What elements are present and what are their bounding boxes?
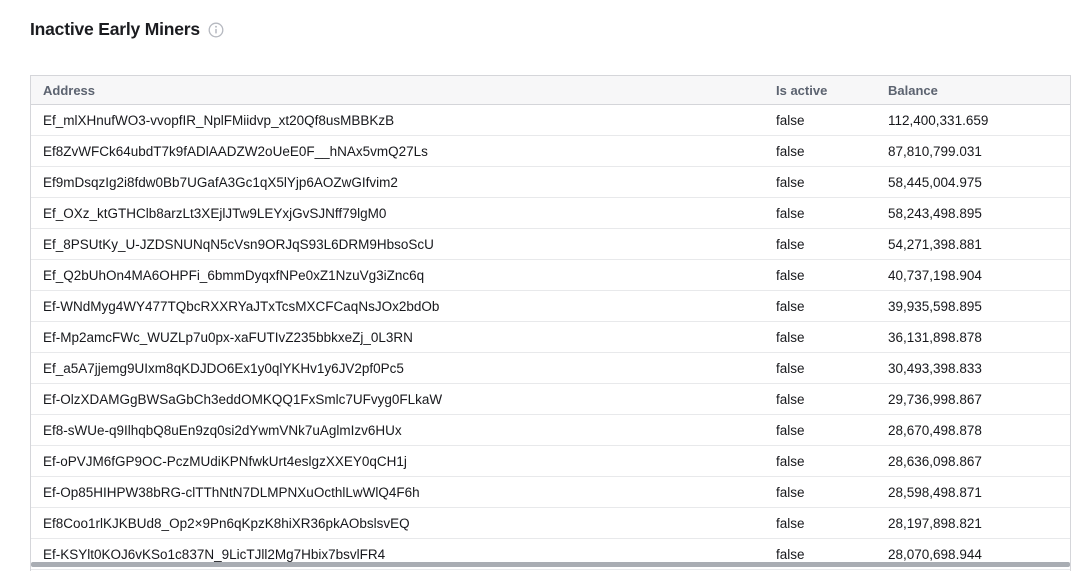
cell-balance: 54,271,398.881: [876, 237, 1070, 252]
cell-is_active: false: [764, 392, 876, 407]
cell-address: Ef-Mp2amcFWc_WUZLp7u0px-xaFUTIvZ235bbkxe…: [31, 330, 764, 345]
cell-balance: 28,598,498.871: [876, 485, 1070, 500]
cell-balance: 87,810,799.031: [876, 144, 1070, 159]
inactive-miners-table: AddressIs activeBalance Ef_mlXHnufWO3-vv…: [30, 75, 1071, 571]
cell-address: Ef-WNdMyg4WY477TQbcRXXRYaJTxTcsMXCFCaqNs…: [31, 299, 764, 314]
table-row: Ef_a5A7jjemg9UIxm8qKDJDO6Ex1y0qlYKHv1y6J…: [31, 353, 1070, 384]
column-header-address: Address: [31, 83, 764, 98]
cell-is_active: false: [764, 206, 876, 221]
table-row: Ef-Op85HIHPW38bRG-clTThNtN7DLMPNXuOcthlL…: [31, 477, 1070, 508]
cell-address: Ef_8PSUtKy_U-JZDSNUNqN5cVsn9ORJqS93L6DRM…: [31, 237, 764, 252]
cell-is_active: false: [764, 547, 876, 562]
cell-address: Ef_OXz_ktGTHClb8arzLt3XEjlJTw9LEYxjGvSJN…: [31, 206, 764, 221]
cell-balance: 28,670,498.878: [876, 423, 1070, 438]
cell-is_active: false: [764, 454, 876, 469]
cell-is_active: false: [764, 299, 876, 314]
cell-is_active: false: [764, 268, 876, 283]
column-header-is_active: Is active: [764, 83, 876, 98]
horizontal-scrollbar-thumb[interactable]: [31, 562, 1070, 567]
cell-address: Ef8ZvWFCk64ubdT7k9fADlAADZW2oUeE0F__hNAx…: [31, 144, 764, 159]
cell-is_active: false: [764, 485, 876, 500]
table-row: Ef8Coo1rlKJKBUd8_Op2×9Pn6qKpzK8hiXR36pkA…: [31, 508, 1070, 539]
cell-balance: 112,400,331.659: [876, 113, 1070, 128]
cell-address: Ef-OlzXDAMGgBWSaGbCh3eddOMKQQ1FxSmlc7UFv…: [31, 392, 764, 407]
table-row: Ef8ZvWFCk64ubdT7k9fADlAADZW2oUeE0F__hNAx…: [31, 136, 1070, 167]
table-row: Ef8-sWUe-q9IlhqbQ8uEn9zq0si2dYwmVNk7uAgl…: [31, 415, 1070, 446]
cell-is_active: false: [764, 361, 876, 376]
table-row: Ef-WNdMyg4WY477TQbcRXXRYaJTxTcsMXCFCaqNs…: [31, 291, 1070, 322]
cell-balance: 40,737,198.904: [876, 268, 1070, 283]
table-row: Ef-OlzXDAMGgBWSaGbCh3eddOMKQQ1FxSmlc7UFv…: [31, 384, 1070, 415]
cell-balance: 28,636,098.867: [876, 454, 1070, 469]
column-header-balance: Balance: [876, 83, 1070, 98]
cell-balance: 28,070,698.944: [876, 547, 1070, 562]
cell-balance: 58,243,498.895: [876, 206, 1070, 221]
cell-is_active: false: [764, 516, 876, 531]
cell-balance: 28,197,898.821: [876, 516, 1070, 531]
table-row: Ef9mDsqzIg2i8fdw0Bb7UGafA3Gc1qX5lYjp6AOZ…: [31, 167, 1070, 198]
cell-address: Ef-KSYlt0KOJ6vKSo1c837N_9LicTJll2Mg7Hbix…: [31, 547, 764, 562]
cell-is_active: false: [764, 175, 876, 190]
cell-address: Ef_Q2bUhOn4MA6OHPFi_6bmmDyqxfNPe0xZ1NzuV…: [31, 268, 764, 283]
cell-address: Ef_a5A7jjemg9UIxm8qKDJDO6Ex1y0qlYKHv1y6J…: [31, 361, 764, 376]
table-header-row: AddressIs activeBalance: [31, 76, 1070, 105]
cell-is_active: false: [764, 423, 876, 438]
table-row: Ef-oPVJM6fGP9OC-PczMUdiKPNfwkUrt4eslgzXX…: [31, 446, 1070, 477]
page-header: Inactive Early Miners: [30, 19, 224, 40]
table-row: Ef_8PSUtKy_U-JZDSNUNqN5cVsn9ORJqS93L6DRM…: [31, 229, 1070, 260]
cell-address: Ef_mlXHnufWO3-vvopfIR_NplFMiidvp_xt20Qf8…: [31, 113, 764, 128]
cell-address: Ef8Coo1rlKJKBUd8_Op2×9Pn6qKpzK8hiXR36pkA…: [31, 516, 764, 531]
cell-address: Ef8-sWUe-q9IlhqbQ8uEn9zq0si2dYwmVNk7uAgl…: [31, 423, 764, 438]
cell-address: Ef9mDsqzIg2i8fdw0Bb7UGafA3Gc1qX5lYjp6AOZ…: [31, 175, 764, 190]
cell-balance: 36,131,898.878: [876, 330, 1070, 345]
cell-address: Ef-oPVJM6fGP9OC-PczMUdiKPNfwkUrt4eslgzXX…: [31, 454, 764, 469]
cell-is_active: false: [764, 237, 876, 252]
cell-is_active: false: [764, 113, 876, 128]
cell-is_active: false: [764, 144, 876, 159]
table-row: Ef_OXz_ktGTHClb8arzLt3XEjlJTw9LEYxjGvSJN…: [31, 198, 1070, 229]
cell-balance: 30,493,398.833: [876, 361, 1070, 376]
table-row: Ef-Mp2amcFWc_WUZLp7u0px-xaFUTIvZ235bbkxe…: [31, 322, 1070, 353]
table-body: Ef_mlXHnufWO3-vvopfIR_NplFMiidvp_xt20Qf8…: [31, 105, 1070, 570]
page: Inactive Early Miners AddressIs activeBa…: [0, 0, 1080, 571]
cell-address: Ef-Op85HIHPW38bRG-clTThNtN7DLMPNXuOcthlL…: [31, 485, 764, 500]
page-title: Inactive Early Miners: [30, 19, 200, 40]
cell-balance: 29,736,998.867: [876, 392, 1070, 407]
cell-balance: 58,445,004.975: [876, 175, 1070, 190]
table-row: Ef_mlXHnufWO3-vvopfIR_NplFMiidvp_xt20Qf8…: [31, 105, 1070, 136]
cell-balance: 39,935,598.895: [876, 299, 1070, 314]
cell-is_active: false: [764, 330, 876, 345]
info-circle-icon[interactable]: [208, 22, 224, 38]
table-row: Ef_Q2bUhOn4MA6OHPFi_6bmmDyqxfNPe0xZ1NzuV…: [31, 260, 1070, 291]
